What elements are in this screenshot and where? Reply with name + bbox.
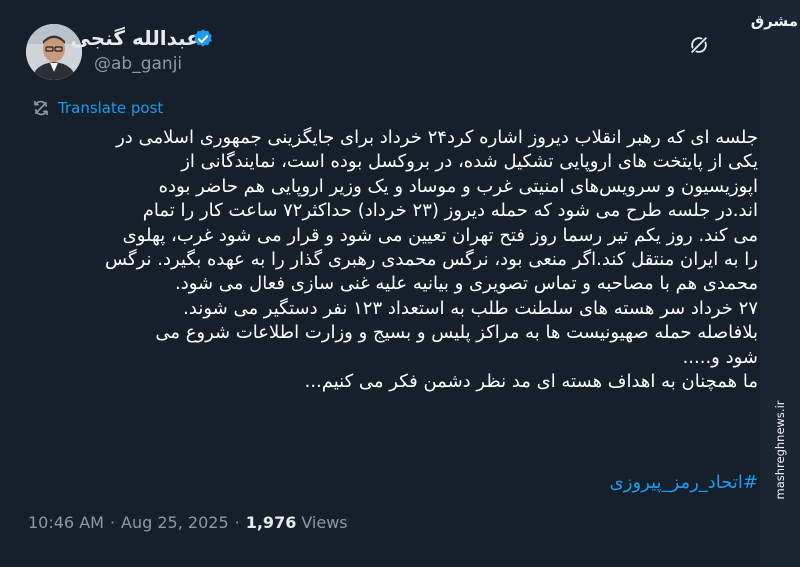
watermark-logo: مشرق [750, 12, 798, 30]
tweet-line: اند.در جلسه طرح می شود که حمله دیروز (۲۳… [142, 200, 758, 222]
tweet-meta: 10:46 AM · Aug 25, 2025 · 1,976 Views [28, 510, 348, 534]
tweet-line: جلسه ای که رهبر انقلاب دیروز اشاره کرد۲۴… [116, 127, 758, 148]
tweet-time[interactable]: 10:46 AM [28, 513, 104, 532]
screenshot-frame: عبدالله گنجی @ab_ganji Translate post جل… [0, 0, 800, 567]
meta-separator: · [109, 512, 116, 532]
tweet-line: یکی از پایتخت های اروپایی تشکیل شده، در … [181, 151, 758, 173]
hashtag-link[interactable]: #اتحاد_رمز_پیروزی [32, 472, 758, 493]
tweet-line: شود و..... [682, 346, 758, 368]
tweet-line: محمدی هم با مصاحبه و تماس تصویری و بیانی… [174, 273, 758, 295]
views-count: 1,976 [245, 512, 297, 532]
grok-icon [690, 36, 708, 54]
watermark-url: mashreghnews.ir [770, 350, 790, 550]
tweet-text: جلسه ای که رهبر انقلاب دیروز اشاره کرد۲۴… [32, 126, 758, 394]
grok-button[interactable] [684, 30, 714, 60]
watermark-url-text: mashreghnews.ir [773, 400, 787, 500]
translate-icon [34, 100, 48, 116]
translate-post-link[interactable]: Translate post [32, 96, 163, 120]
tweet-line: بلافاصله حمله صهیونیست ها به مراکز پلیس … [155, 322, 758, 344]
meta-separator: · [234, 512, 240, 532]
tweet-date[interactable]: Aug 25, 2025 [121, 513, 229, 532]
tweet-line: را به ایران منتقل کند.اگر منعی بود، نرگس… [105, 249, 758, 271]
translate-post-label: Translate post [58, 99, 164, 117]
author-name[interactable]: عبدالله گنجی [71, 26, 200, 50]
tweet-line: اپوزیسیون و سرویس‌های امنیتی غرب و موساد… [158, 175, 758, 197]
author-handle[interactable]: @ab_ganji [94, 54, 182, 74]
tweet-line: ۲۷ خرداد سر هسته های سلطنت طلب به استعدا… [183, 297, 758, 319]
verified-badge-icon[interactable] [192, 28, 214, 50]
tweet-line: ما همچنان به اهداف هسته ای مد نظر دشمن ف… [304, 371, 758, 393]
watermark-strip: مشرق mashreghnews.ir [750, 0, 800, 567]
views-label: Views [301, 512, 348, 532]
tweet-line: می کند. روز یکم تیر رسما روز فتح تهران ت… [122, 224, 758, 246]
tweet-card: عبدالله گنجی @ab_ganji Translate post جل… [12, 10, 758, 557]
